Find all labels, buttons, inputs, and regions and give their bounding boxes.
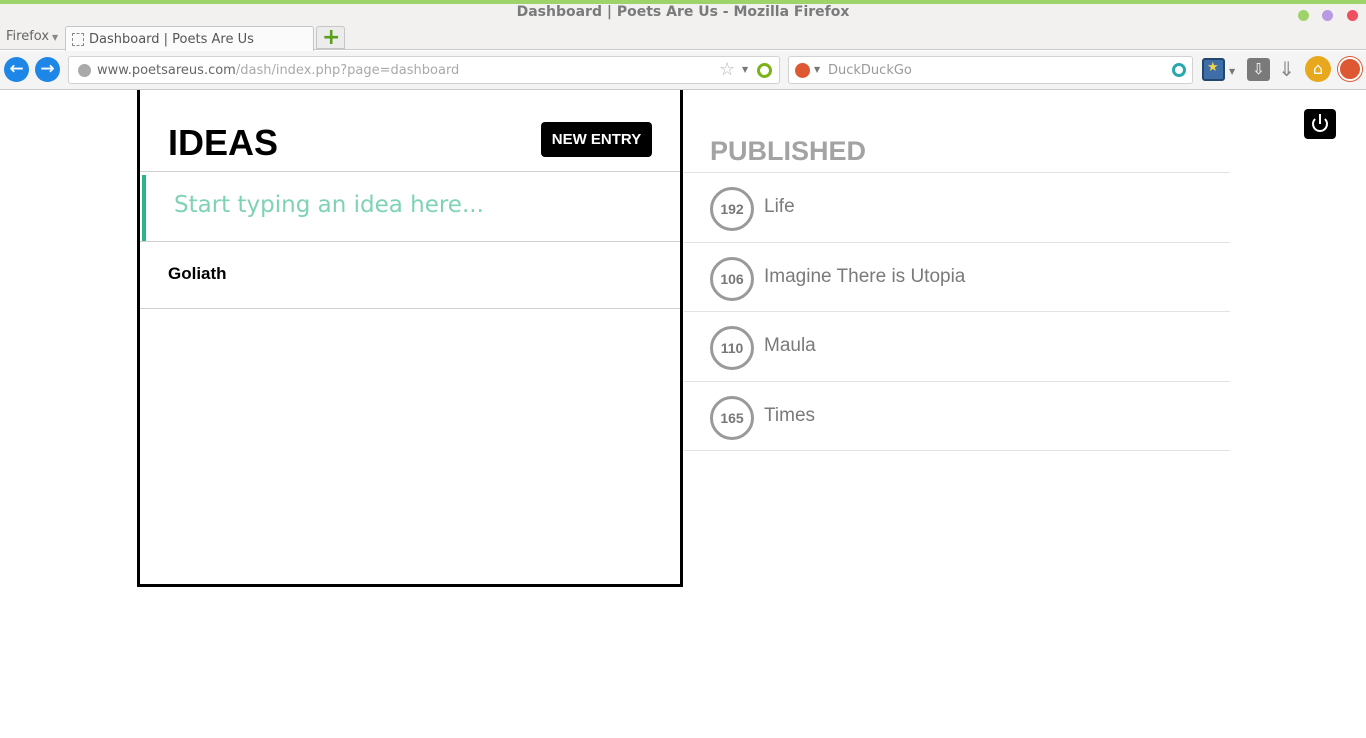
bookmark-star-icon[interactable]: ☆	[719, 59, 735, 80]
firefox-menu-button[interactable]: Firefox ▼	[6, 29, 58, 44]
power-icon-stem	[1319, 114, 1321, 124]
duckduckgo-icon[interactable]	[795, 63, 810, 78]
tab-title: Dashboard | Poets Are Us	[89, 32, 254, 47]
save-page-button[interactable]: ⇓	[1275, 58, 1298, 81]
home-button[interactable]: ⌂	[1305, 56, 1331, 82]
minimize-window-icon[interactable]	[1298, 10, 1309, 21]
published-title: Times	[764, 404, 816, 426]
idea-list-item[interactable]: Goliath	[140, 242, 680, 309]
arrow-left-icon: ←	[9, 59, 24, 79]
arrow-right-icon: →	[40, 59, 55, 79]
published-heading: PUBLISHED	[710, 136, 867, 166]
window-titlebar: Dashboard | Poets Are Us - Mozilla Firef…	[0, 4, 1366, 24]
reload-icon[interactable]	[757, 63, 772, 78]
tab-bar: Firefox ▼ Dashboard | Poets Are Us +	[0, 24, 1366, 51]
download-icon: ⇩	[1252, 60, 1265, 78]
published-item[interactable]: 165 Times	[684, 382, 1230, 451]
tab-dashboard[interactable]: Dashboard | Poets Are Us	[65, 26, 314, 51]
url-bar[interactable]: www.poetsareus.com/dash/index.php?page=d…	[68, 56, 780, 84]
window-title: Dashboard | Poets Are Us - Mozilla Firef…	[516, 4, 850, 20]
idea-title: Goliath	[168, 264, 227, 283]
url-text[interactable]: www.poetsareus.com/dash/index.php?page=d…	[97, 63, 459, 78]
globe-icon	[78, 64, 91, 77]
arrow-down-icon: ⇓	[1278, 57, 1295, 81]
forward-button[interactable]: →	[35, 57, 60, 82]
published-item[interactable]: 192 Life	[684, 173, 1230, 243]
home-icon: ⌂	[1312, 59, 1324, 78]
published-item[interactable]: 106 Imagine There is Utopia	[684, 243, 1230, 312]
chevron-down-icon: ▼	[52, 33, 59, 42]
search-input[interactable]: DuckDuckGo	[828, 63, 912, 78]
bookmarks-button[interactable]	[1202, 58, 1225, 81]
published-list: 192 Life 106 Imagine There is Utopia 110…	[684, 172, 1230, 451]
bookmarks-dropdown-icon[interactable]: ▼	[1229, 67, 1235, 76]
url-history-dropdown-icon[interactable]: ▼	[742, 65, 748, 74]
ideas-heading: IDEAS	[168, 122, 279, 163]
url-path: /dash/index.php?page=dashboard	[235, 63, 460, 78]
view-count-badge: 192	[710, 187, 754, 231]
search-engine-dropdown-icon[interactable]: ▼	[814, 65, 820, 74]
published-title: Life	[764, 196, 795, 217]
idea-input-row	[142, 175, 680, 241]
logout-button[interactable]	[1304, 109, 1336, 139]
published-item[interactable]: 110 Maula	[684, 312, 1230, 382]
back-button[interactable]: ←	[4, 57, 29, 82]
search-icon[interactable]	[1172, 63, 1186, 77]
ideas-panel: IDEAS NEW ENTRY Goliath	[137, 90, 683, 587]
view-count-badge: 165	[710, 395, 754, 440]
navigation-toolbar: ← → www.poetsareus.com/dash/index.php?pa…	[0, 51, 1366, 90]
page-favicon-icon	[72, 33, 84, 46]
published-title: Maula	[764, 335, 816, 356]
plus-icon: +	[322, 25, 341, 50]
downloads-button[interactable]: ⇩	[1247, 58, 1270, 81]
ideas-divider	[140, 171, 680, 172]
firefox-menu-label: Firefox	[6, 29, 50, 44]
new-tab-button[interactable]: +	[316, 26, 345, 49]
maximize-window-icon[interactable]	[1322, 10, 1333, 21]
published-title: Imagine There is Utopia	[764, 265, 966, 287]
new-entry-button[interactable]: NEW ENTRY	[541, 122, 652, 157]
close-window-icon[interactable]	[1347, 10, 1358, 21]
url-domain: www.poetsareus.com	[97, 63, 236, 78]
view-count-badge: 106	[710, 256, 754, 301]
duckduckgo-extension-icon[interactable]	[1338, 57, 1362, 81]
idea-input[interactable]	[174, 192, 654, 218]
view-count-badge: 110	[710, 326, 754, 370]
search-bar[interactable]: ▼ DuckDuckGo	[788, 56, 1193, 84]
